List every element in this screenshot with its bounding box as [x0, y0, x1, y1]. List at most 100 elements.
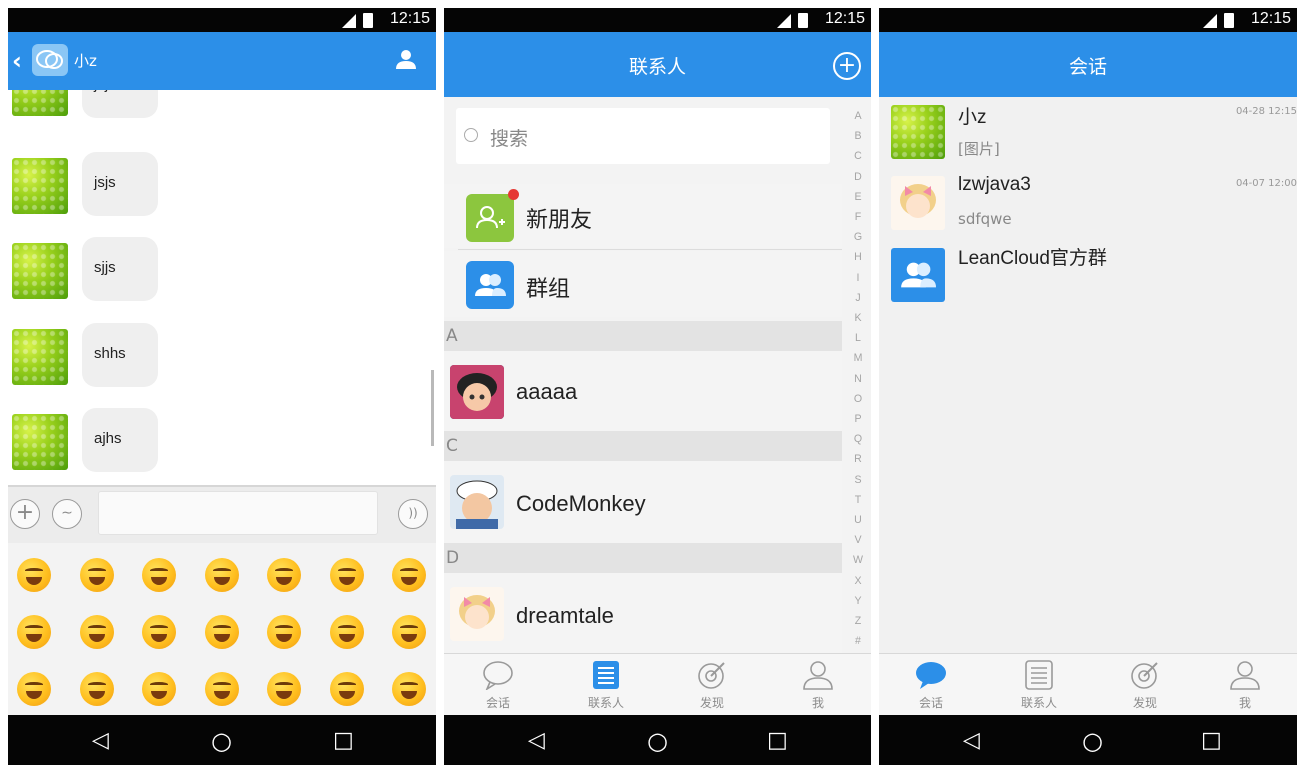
- recents-nav-icon[interactable]: □: [1201, 730, 1222, 752]
- contact-avatar: [450, 475, 504, 529]
- message-bubble[interactable]: sjjs: [82, 237, 158, 301]
- search-icon: [464, 128, 478, 142]
- emoji-key[interactable]: [392, 672, 426, 706]
- tab-contacts[interactable]: 联系人: [554, 654, 658, 716]
- emoji-key[interactable]: [204, 558, 239, 592]
- message-input[interactable]: [98, 491, 378, 535]
- tab-label: 我: [1238, 696, 1251, 710]
- chat-app-bar: ‹ 小z: [8, 32, 436, 90]
- tab-label: 发现: [1132, 696, 1157, 710]
- emoji-key[interactable]: [17, 615, 51, 649]
- home-nav-icon[interactable]: ○: [1082, 729, 1103, 753]
- contacts-screen: 12:15 联系人 + 搜索 新朋友 群组 A aaaaa C CodeMonk…: [444, 8, 871, 765]
- add-contact-button[interactable]: +: [833, 52, 861, 80]
- android-nav-bar: ◁ ○ □: [444, 715, 871, 765]
- conversation-item[interactable]: LeanCloud官方群: [879, 241, 1297, 313]
- tab-label: 发现: [699, 696, 724, 710]
- message-bubble[interactable]: jsjs: [82, 152, 158, 216]
- avatar[interactable]: [12, 414, 68, 470]
- message-list[interactable]: jsjs jsjs sjjs shhs ajhs: [8, 90, 436, 485]
- emoji-key[interactable]: [204, 672, 239, 706]
- emoji-key[interactable]: [392, 558, 426, 592]
- contact-row[interactable]: dreamtale: [444, 573, 842, 653]
- voice-button[interactable]: )): [398, 499, 428, 529]
- emoji-key[interactable]: [267, 615, 301, 649]
- emoji-key[interactable]: [267, 558, 301, 592]
- conversation-item[interactable]: lzwjava3 sdfqwe 04-07 12:00: [879, 172, 1297, 244]
- emoji-key[interactable]: [142, 615, 176, 649]
- add-attachment-button[interactable]: +: [10, 499, 40, 529]
- emoji-key[interactable]: [79, 672, 114, 706]
- avatar[interactable]: [12, 329, 68, 385]
- conversations-screen: 12:15 会话 小z [图片] 04-28 12:15 lzwjava3 sd…: [879, 8, 1297, 765]
- battery-icon: [798, 13, 808, 28]
- emoji-panel: [8, 543, 436, 715]
- person-icon: [803, 661, 833, 690]
- section-header-d: D: [444, 543, 842, 573]
- new-friends-row[interactable]: 新朋友: [444, 184, 842, 248]
- signal-icon: [777, 14, 791, 28]
- tab-conversations[interactable]: 会话: [879, 654, 983, 716]
- tab-discover[interactable]: 发现: [1093, 654, 1197, 716]
- emoji-toggle-button[interactable]: ∼: [52, 499, 82, 529]
- recents-nav-icon[interactable]: □: [333, 730, 354, 752]
- emoji-key[interactable]: [17, 558, 51, 592]
- recents-nav-icon[interactable]: □: [767, 730, 788, 752]
- conversation-avatar: [891, 105, 945, 159]
- contacts-app-bar: 联系人 +: [444, 32, 871, 97]
- contact-row[interactable]: CodeMonkey: [444, 461, 842, 543]
- tab-label: 联系人: [587, 696, 624, 710]
- avatar[interactable]: [12, 243, 68, 299]
- back-nav-icon[interactable]: ◁: [528, 730, 545, 752]
- conversations-app-bar: 会话: [879, 32, 1297, 97]
- notification-badge: [508, 189, 519, 200]
- back-icon[interactable]: ‹: [12, 47, 22, 75]
- conversation-item[interactable]: 小z [图片] 04-28 12:15: [879, 100, 1297, 172]
- group-avatar-icon: [891, 248, 945, 302]
- emoji-key[interactable]: [267, 672, 301, 706]
- message-bubble[interactable]: shhs: [82, 323, 158, 387]
- tab-me[interactable]: 我: [1193, 654, 1297, 716]
- emoji-key[interactable]: [204, 615, 239, 649]
- tab-me[interactable]: 我: [766, 654, 870, 716]
- emoji-key[interactable]: [329, 558, 364, 592]
- emoji-key[interactable]: [329, 615, 364, 649]
- back-nav-icon[interactable]: ◁: [92, 730, 109, 752]
- emoji-key[interactable]: [79, 615, 114, 649]
- person-icon: [1230, 661, 1260, 690]
- contact-row[interactable]: aaaaa: [444, 351, 842, 431]
- emoji-key[interactable]: [79, 558, 114, 592]
- emoji-key[interactable]: [142, 672, 176, 706]
- conversation-time: 04-07 12:00: [1235, 178, 1297, 189]
- tab-contacts[interactable]: 联系人: [987, 654, 1091, 716]
- chat-screen: 12:15 ‹ 小z jsjs jsjs sjjs shhs ajhs: [8, 8, 436, 765]
- contact-info-icon[interactable]: [394, 47, 418, 75]
- chat-title: 小z: [74, 52, 97, 70]
- home-nav-icon[interactable]: ○: [211, 729, 232, 753]
- page-title: 联系人: [628, 56, 686, 78]
- tab-label: 会话: [918, 696, 943, 710]
- groups-row[interactable]: 群组: [444, 251, 842, 317]
- status-time: 12:15: [1250, 10, 1291, 27]
- tab-conversations[interactable]: 会话: [446, 654, 550, 716]
- message-bubble[interactable]: ajhs: [82, 408, 158, 472]
- emoji-key[interactable]: [392, 615, 426, 649]
- emoji-key[interactable]: [142, 558, 176, 592]
- emoji-key[interactable]: [329, 672, 364, 706]
- avatar[interactable]: [12, 158, 68, 214]
- conversation-name: LeanCloud官方群: [958, 248, 1107, 269]
- message-bubble[interactable]: jsjs: [82, 90, 158, 118]
- contact-avatar: [450, 587, 504, 641]
- bottom-tab-bar: 会话 联系人 发现 我: [444, 653, 871, 715]
- back-nav-icon[interactable]: ◁: [963, 730, 980, 752]
- alphabet-index[interactable]: A B C D E F G H I J K L M N O P Q R S T U V W X Y Z #: [851, 106, 865, 651]
- search-field[interactable]: 搜索: [456, 108, 830, 164]
- tab-label: 会话: [485, 696, 510, 710]
- avatar[interactable]: [12, 90, 68, 116]
- scrollbar[interactable]: [431, 370, 434, 446]
- home-nav-icon[interactable]: ○: [647, 729, 668, 753]
- emoji-key[interactable]: [17, 672, 51, 706]
- tab-discover[interactable]: 发现: [660, 654, 764, 716]
- conversation-preview: sdfqwe: [958, 210, 1012, 228]
- new-friends-icon: [466, 194, 514, 242]
